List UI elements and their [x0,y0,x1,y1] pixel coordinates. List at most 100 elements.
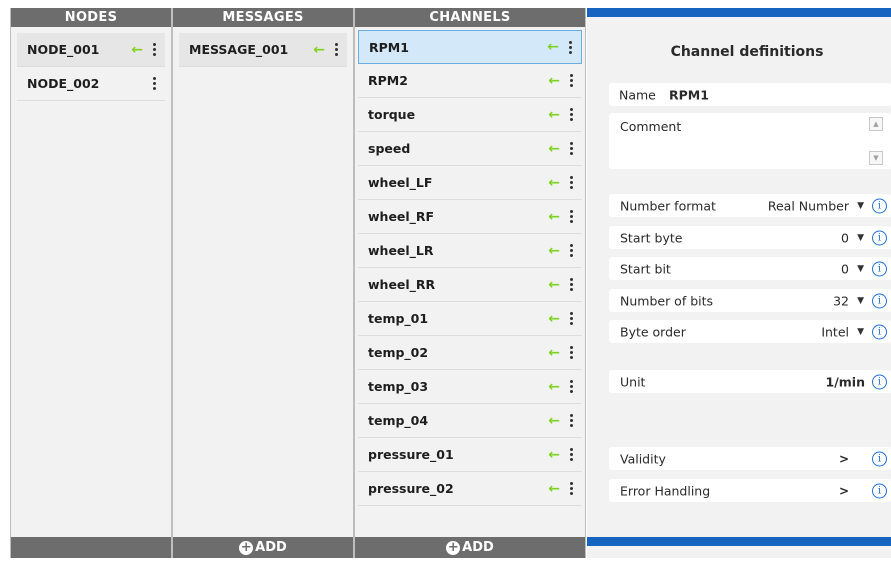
left-arrow-icon[interactable]: ← [548,311,560,327]
plus-circle-icon: + [239,539,254,555]
channel-label: temp_03 [368,379,429,394]
start-byte-value: 0 [841,230,849,245]
nodes-footer [11,537,171,558]
left-arrow-icon[interactable]: ← [548,107,560,123]
info-icon[interactable]: i [872,198,887,213]
info-icon[interactable]: i [872,451,887,466]
caret-down-icon[interactable]: ▼ [857,264,864,274]
left-arrow-icon[interactable]: ← [548,345,560,361]
scroll-up-icon[interactable]: ▲ [869,117,883,131]
name-field[interactable]: Name RPM1 [609,83,891,106]
caret-down-icon[interactable]: ▼ [857,233,864,243]
kebab-menu-icon[interactable] [569,40,573,54]
kebab-menu-icon[interactable] [570,380,574,393]
info-icon[interactable]: i [872,483,887,498]
error-handling-row[interactable]: Error Handling > i [609,479,891,502]
byte-order-field[interactable]: Byte order Intel ▼ i [609,320,891,343]
message-row[interactable]: MESSAGE_001 ← [179,33,347,67]
channel-row[interactable]: wheel_LF ← [358,166,582,200]
info-icon[interactable]: i [872,324,887,339]
kebab-menu-icon[interactable] [570,414,574,427]
messages-header: MESSAGES [173,8,353,27]
info-icon[interactable]: i [872,261,887,276]
channel-row[interactable]: temp_01 ← [358,302,582,336]
bottom-accent-bar [587,537,891,546]
kebab-menu-icon[interactable] [570,142,574,155]
left-arrow-icon[interactable]: ← [548,379,560,395]
left-arrow-icon[interactable]: ← [548,141,560,157]
kebab-menu-icon[interactable] [570,74,574,87]
caret-down-icon[interactable]: ▼ [857,201,864,211]
kebab-menu-icon[interactable] [570,108,574,121]
channel-row[interactable]: RPM1 ← [358,30,582,64]
left-arrow-icon[interactable]: ← [313,42,325,58]
info-icon[interactable]: i [872,374,887,389]
channel-row[interactable]: wheel_LR ← [358,234,582,268]
channel-label: temp_02 [368,345,429,360]
name-label: Name [619,87,656,102]
kebab-menu-icon[interactable] [335,43,339,56]
error-handling-label: Error Handling [620,483,711,498]
chevron-right-icon[interactable]: > [839,452,849,466]
left-arrow-icon[interactable]: ← [548,481,560,497]
channel-row[interactable]: temp_03 ← [358,370,582,404]
chevron-right-icon[interactable]: > [839,484,849,498]
left-arrow-icon[interactable]: ← [547,39,559,55]
nodes-list: NODE_001 ← NODE_002 [11,27,171,101]
channel-row[interactable]: temp_04 ← [358,404,582,438]
left-arrow-icon[interactable]: ← [548,413,560,429]
channel-row[interactable]: pressure_02 ← [358,472,582,506]
channel-row[interactable]: torque ← [358,98,582,132]
info-icon[interactable]: i [872,230,887,245]
start-bit-field[interactable]: Start bit 0 ▼ i [609,257,891,280]
kebab-menu-icon[interactable] [570,278,574,291]
left-arrow-icon[interactable]: ← [548,209,560,225]
left-arrow-icon[interactable]: ← [548,447,560,463]
info-icon[interactable]: i [872,293,887,308]
channel-row[interactable]: RPM2 ← [358,64,582,98]
left-arrow-icon[interactable]: ← [548,243,560,259]
kebab-menu-icon[interactable] [153,77,157,90]
channel-row[interactable]: temp_02 ← [358,336,582,370]
validity-label: Validity [620,451,666,466]
add-channel-label: ADD [462,540,494,555]
byte-order-label: Byte order [620,324,686,339]
kebab-menu-icon[interactable] [570,346,574,359]
caret-down-icon[interactable]: ▼ [857,327,864,337]
channel-row[interactable]: wheel_RR ← [358,268,582,302]
channel-label: pressure_02 [368,481,454,496]
kebab-menu-icon[interactable] [570,244,574,257]
add-message-button[interactable]: + ADD [239,540,287,555]
left-arrow-icon[interactable]: ← [548,175,560,191]
channel-row[interactable]: wheel_RF ← [358,200,582,234]
kebab-menu-icon[interactable] [570,482,574,495]
channels-column: CHANNELS RPM1 ← RPM2 ← torque ← speed ← wheel_LF… [354,8,586,558]
comment-field[interactable]: Comment ▲ ▼ [609,113,891,169]
kebab-menu-icon[interactable] [570,210,574,223]
kebab-menu-icon[interactable] [153,43,157,56]
kebab-menu-icon[interactable] [570,176,574,189]
number-of-bits-field[interactable]: Number of bits 32 ▼ i [609,289,891,312]
left-arrow-icon[interactable]: ← [548,73,560,89]
caret-down-icon[interactable]: ▼ [857,296,864,306]
unit-value: 1/min [825,374,865,389]
channels-footer: + ADD [355,537,585,558]
number-format-field[interactable]: Number format Real Number ▼ i [609,194,891,217]
channel-label: pressure_01 [368,447,454,462]
channel-label: temp_04 [368,413,429,428]
add-channel-button[interactable]: + ADD [446,540,494,555]
channel-row[interactable]: speed ← [358,132,582,166]
scroll-down-icon[interactable]: ▼ [869,151,883,165]
left-arrow-icon[interactable]: ← [131,42,143,58]
node-row[interactable]: NODE_001 ← [17,33,165,67]
left-arrow-icon[interactable]: ← [548,277,560,293]
kebab-menu-icon[interactable] [570,448,574,461]
channel-label: temp_01 [368,311,429,326]
node-label: NODE_001 [27,42,100,57]
unit-field[interactable]: Unit 1/min i [609,370,891,393]
validity-row[interactable]: Validity > i [609,447,891,470]
node-row[interactable]: NODE_002 [17,67,165,101]
channel-row[interactable]: pressure_01 ← [358,438,582,472]
kebab-menu-icon[interactable] [570,312,574,325]
start-byte-field[interactable]: Start byte 0 ▼ i [609,226,891,249]
